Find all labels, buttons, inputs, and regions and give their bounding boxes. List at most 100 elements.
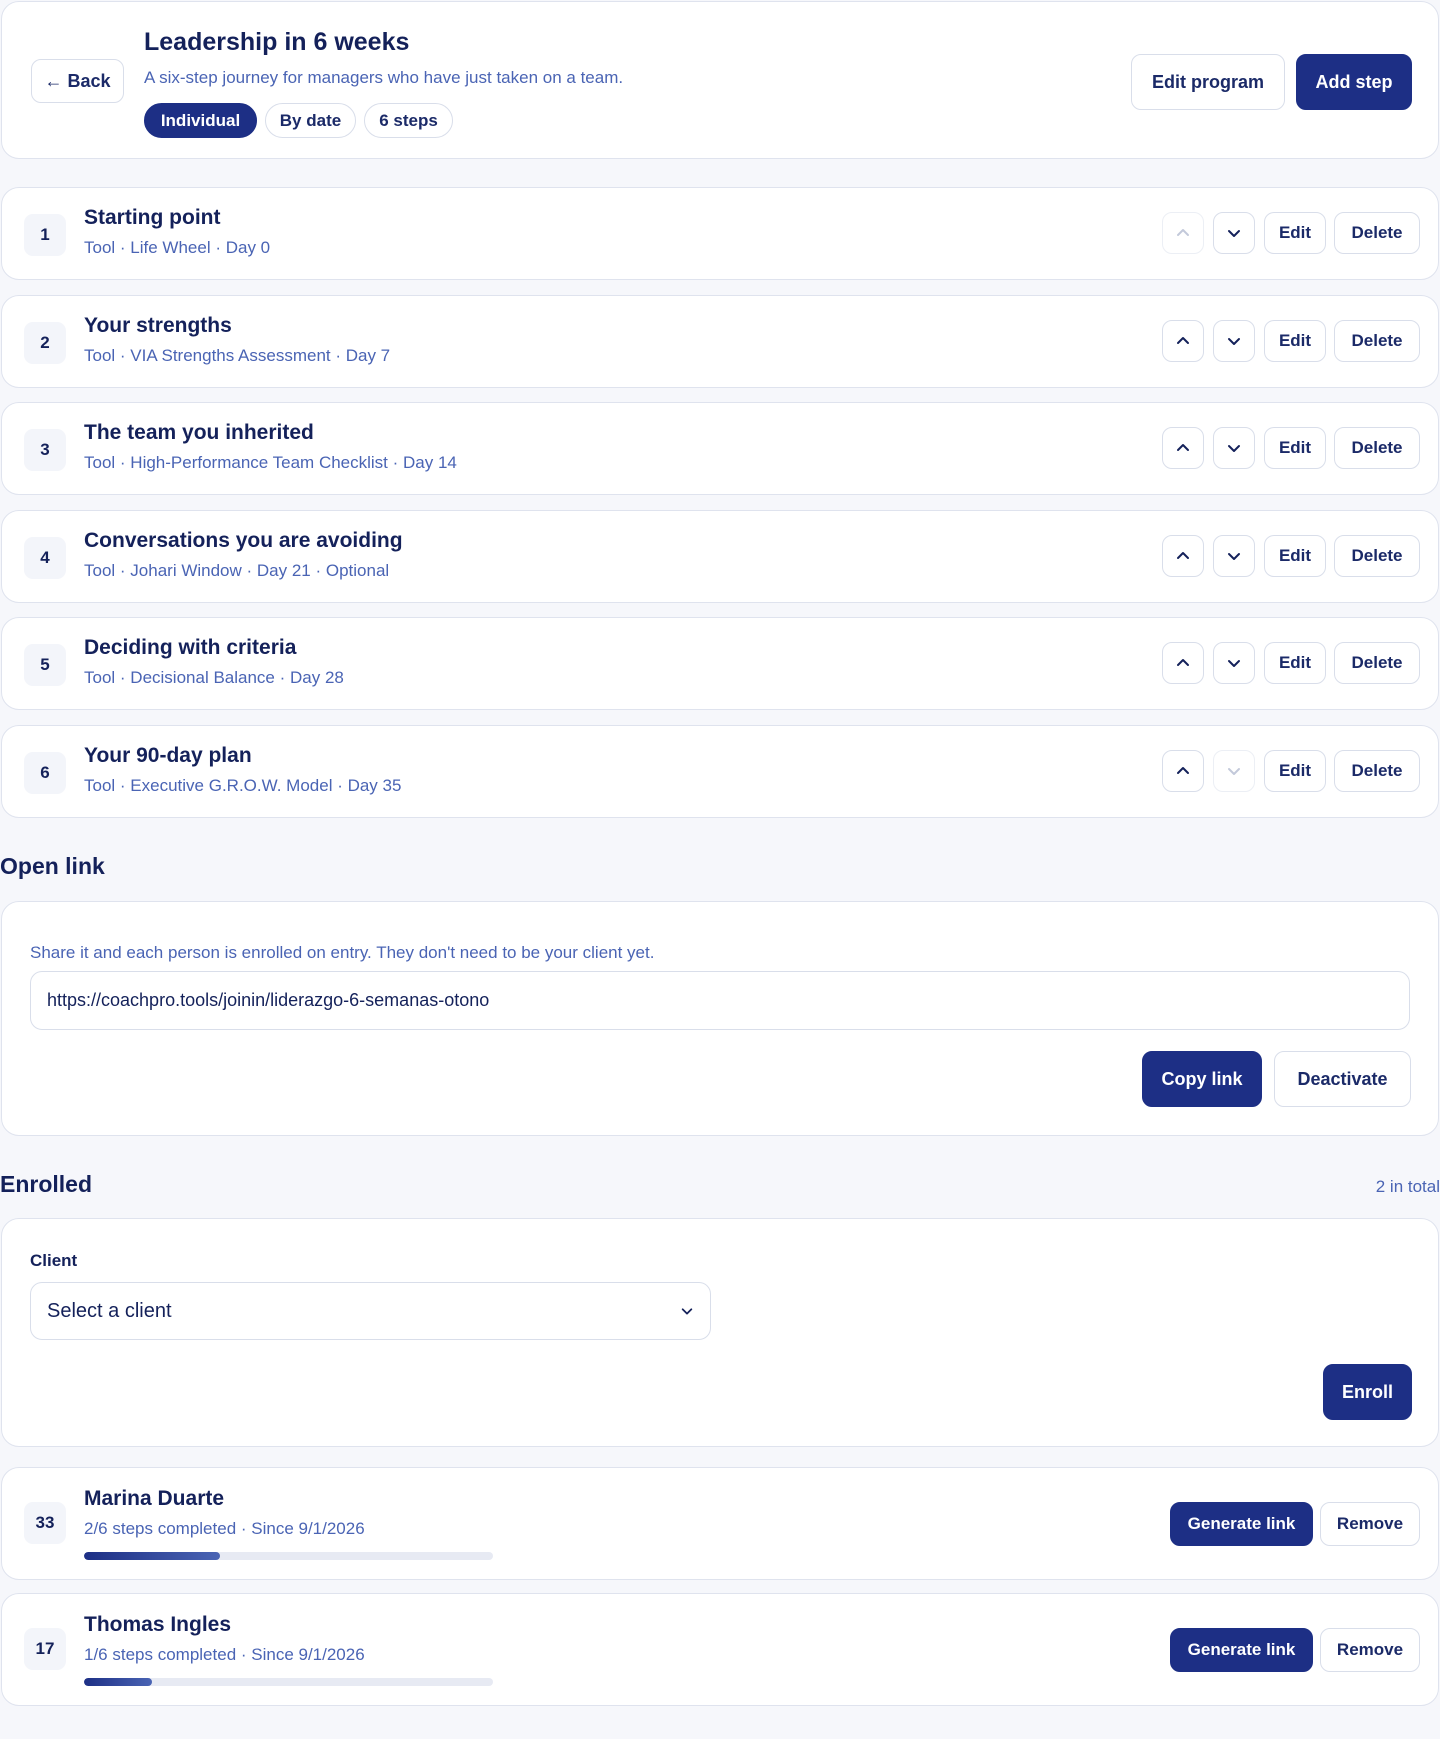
move-down-button[interactable] [1213,642,1255,685]
page-title: Leadership in 6 weeks [144,28,410,56]
edit-step-button[interactable]: Edit [1264,319,1326,362]
chevron-down-icon [1226,763,1242,779]
generate-link-button[interactable]: Generate link [1170,1628,1313,1672]
edit-step-button[interactable]: Edit [1264,642,1326,685]
client-select-value: Select a client [47,1299,172,1322]
move-down-button[interactable] [1213,534,1255,577]
step-number: 1 [24,214,66,256]
open-link-card: Share it and each person is enrolled on … [1,901,1439,1136]
delete-step-button[interactable]: Delete [1334,534,1420,577]
step-title: Your 90-day plan [84,744,252,767]
member-progress-bar [84,1552,493,1560]
pill-step-count: 6 steps [364,103,453,138]
step-meta: Tool · Johari Window · Day 21 · Optional [84,560,390,580]
copy-link-button[interactable]: Copy link [1142,1051,1262,1107]
open-link-description: Share it and each person is enrolled on … [30,943,655,962]
member-progress-fill [84,1678,153,1686]
step-title: Your strengths [84,313,232,337]
enroll-card: Client Select a client Enroll [1,1218,1439,1447]
step-card: 5 Deciding with criteria Tool · Decisional… [1,617,1439,711]
deactivate-button[interactable]: Deactivate [1274,1051,1411,1107]
enrolled-total: 2 in total [1375,1177,1440,1196]
delete-step-button[interactable]: Delete [1334,642,1420,685]
chevron-up-icon [1175,655,1191,671]
remove-member-button[interactable]: Remove [1320,1502,1420,1546]
step-meta: Tool · VIA Strengths Assessment · Day 7 [84,345,391,365]
edit-step-button[interactable]: Edit [1264,534,1326,577]
move-up-button[interactable] [1162,427,1204,470]
move-up-button[interactable] [1162,319,1204,362]
delete-step-button[interactable]: Delete [1334,319,1420,362]
move-down-button[interactable] [1213,212,1255,254]
step-title: The team you inherited [84,421,314,445]
edit-step-button[interactable]: Edit [1264,212,1326,254]
chevron-down-icon [1226,548,1242,564]
back-button[interactable]: ← Back [31,59,124,103]
pill-by-date: By date [265,103,356,138]
step-title: Starting point [84,206,221,229]
delete-step-button[interactable]: Delete [1334,212,1420,254]
page-subtitle: A six-step journey for managers who have… [144,68,624,87]
chevron-down-icon [1226,655,1242,671]
step-meta: Tool · Life Wheel · Day 0 [84,238,271,257]
program-page: ← Back Leadership in 6 weeks A six-step … [0,0,1440,1739]
edit-step-button[interactable]: Edit [1264,750,1326,792]
member-number: 33 [24,1502,66,1544]
move-up-button[interactable] [1162,642,1204,685]
delete-step-button[interactable]: Delete [1334,427,1420,470]
edit-step-button[interactable]: Edit [1264,427,1326,470]
member-name: Thomas Ingles [84,1613,232,1636]
member-progress-text: 2/6 steps completed · Since 9/1/2026 [84,1519,365,1538]
move-down-button[interactable] [1213,427,1255,470]
add-step-button[interactable]: Add step [1296,54,1412,110]
member-number: 17 [24,1628,66,1670]
chevron-up-icon [1175,225,1191,241]
client-select[interactable]: Select a client [30,1282,711,1340]
generate-link-button[interactable]: Generate link [1170,1502,1313,1546]
member-name: Marina Duarte [84,1487,225,1510]
step-meta: Tool · Executive G.R.O.W. Model · Day 35 [84,776,402,795]
step-card: 4 Conversations you are avoiding Tool · Jo… [1,509,1439,603]
step-number: 2 [24,321,66,364]
chevron-down-icon [1226,440,1242,456]
step-number: 5 [24,644,66,687]
step-number: 4 [24,536,66,579]
chevron-down-icon [1226,333,1242,349]
enrolled-member-card: 17 Thomas Ingles 1/6 steps completed · Sin… [1,1593,1439,1706]
open-link-title: Open link [0,853,105,879]
move-up-button[interactable] [1162,212,1204,254]
chevron-down-icon [681,1308,693,1315]
step-meta: Tool · High-Performance Team Checklist ·… [84,453,457,473]
chevron-up-icon [1175,548,1191,564]
member-progress-text: 1/6 steps completed · Since 9/1/2026 [84,1645,365,1664]
move-down-button[interactable] [1213,750,1255,792]
step-card: 2 Your strengths Tool · VIA Strengths Asse… [1,294,1439,388]
step-title: Conversations you are avoiding [84,528,403,552]
step-number: 3 [24,429,66,472]
move-up-button[interactable] [1162,750,1204,792]
remove-member-button[interactable]: Remove [1320,1628,1420,1672]
move-up-button[interactable] [1162,534,1204,577]
enroll-button[interactable]: Enroll [1323,1364,1412,1420]
member-progress-bar [84,1678,493,1686]
step-number: 6 [24,752,66,794]
member-progress-fill [84,1552,221,1560]
chevron-up-icon [1175,333,1191,349]
move-down-button[interactable] [1213,319,1255,362]
program-header: ← Back Leadership in 6 weeks A six-step … [1,1,1439,159]
edit-program-button[interactable]: Edit program [1131,54,1285,110]
delete-step-button[interactable]: Delete [1334,750,1420,792]
step-meta: Tool · Decisional Balance · Day 28 [84,668,344,688]
enrolled-title: Enrolled [0,1171,93,1197]
pill-individual: Individual [144,103,257,138]
client-label: Client [30,1251,78,1270]
open-link-url-field[interactable] [30,971,1410,1030]
step-title: Deciding with criteria [84,636,297,660]
step-card: 3 The team you inherited Tool · High-Perfo… [1,402,1439,496]
chevron-up-icon [1175,440,1191,456]
step-card: 6 Your 90-day plan Tool · Executive G.R.O.… [1,725,1439,818]
step-card: 1 Starting point Tool · Life Wheel · Day 0… [1,187,1439,280]
chevron-up-icon [1175,763,1191,779]
chevron-down-icon [1226,225,1242,241]
enrolled-member-card: 33 Marina Duarte 2/6 steps completed · Sin… [1,1467,1439,1580]
